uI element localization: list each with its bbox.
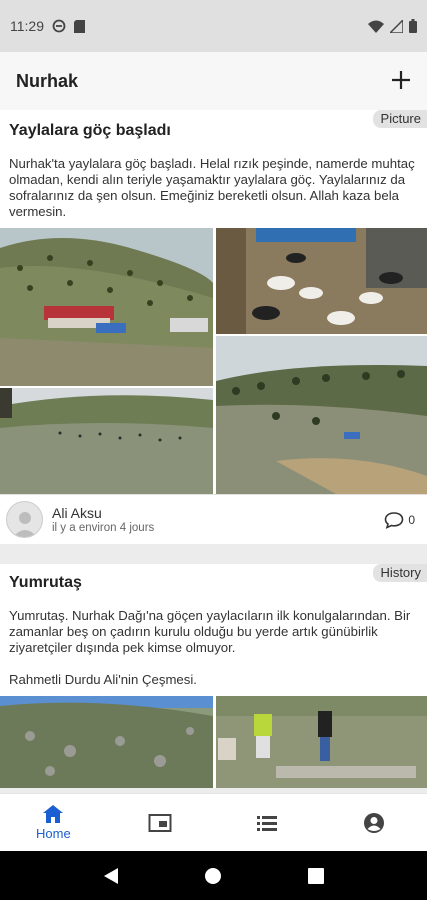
- signal-icon: [390, 19, 403, 33]
- status-bar: 11:29: [0, 0, 427, 52]
- app-bar: Nurhak: [0, 52, 427, 110]
- category-badge: Picture: [372, 110, 427, 128]
- system-navigation-bar: [0, 851, 427, 900]
- photo-goats[interactable]: [216, 228, 427, 334]
- photo-flock-meadow[interactable]: [0, 388, 213, 494]
- post-title: Yaylalara göç başladı: [9, 122, 171, 139]
- nav-list[interactable]: [214, 794, 321, 851]
- bottom-navigation: Home: [0, 793, 427, 851]
- photo-gallery: [0, 228, 427, 494]
- post-title: Yumrutaş: [9, 574, 82, 591]
- comment-icon: [385, 511, 404, 529]
- wifi-icon: [368, 20, 384, 33]
- comment-count: 0: [408, 512, 415, 527]
- nav-home-label: Home: [36, 826, 71, 841]
- nav-home[interactable]: Home: [0, 794, 107, 851]
- gallery-icon: [148, 813, 172, 832]
- post-card[interactable]: Picture Yaylalara göç başladı Nurhak'ta …: [0, 110, 427, 544]
- post-author-row[interactable]: Ali Aksu il y a environ 4 jours 0: [0, 494, 427, 544]
- photo-rocky-slope[interactable]: [0, 696, 213, 788]
- photo-plateau-road[interactable]: [216, 336, 427, 494]
- nav-gallery[interactable]: [107, 794, 214, 851]
- post-feed[interactable]: Picture Yaylalara göç başladı Nurhak'ta …: [0, 110, 427, 793]
- nav-account[interactable]: [320, 794, 427, 851]
- plus-icon: [392, 71, 410, 89]
- home-icon: [43, 805, 64, 823]
- author-name[interactable]: Ali Aksu: [52, 505, 154, 521]
- status-time: 11:29: [10, 18, 44, 34]
- post-timestamp: il y a environ 4 jours: [52, 522, 155, 534]
- user-avatar-icon: [12, 512, 37, 537]
- category-badge: History: [372, 564, 427, 582]
- post-card[interactable]: History Yumrutaş Yumrutaş. Nurhak Dağı'n…: [0, 564, 427, 788]
- sim-icon: [74, 19, 85, 33]
- back-icon[interactable]: [103, 867, 119, 885]
- battery-icon: [409, 19, 417, 33]
- add-post-button[interactable]: [391, 66, 411, 96]
- photo-fountain-visitors[interactable]: [216, 696, 427, 788]
- photo-plateau-camp[interactable]: [0, 228, 213, 386]
- comments-button[interactable]: 0: [384, 511, 415, 529]
- list-icon: [256, 815, 277, 831]
- sync-icon: [52, 19, 66, 33]
- photo-gallery: [0, 696, 427, 788]
- account-icon: [363, 812, 384, 833]
- post-body: Nurhak'ta yaylalara göç başladı. Helal r…: [9, 156, 415, 219]
- avatar[interactable]: [6, 501, 43, 538]
- app-title: Nurhak: [16, 70, 79, 91]
- home-circle-icon[interactable]: [204, 867, 222, 885]
- recents-icon[interactable]: [308, 867, 325, 884]
- post-body: Yumrutaş. Nurhak Dağı'na göçen yaylacıla…: [9, 608, 411, 687]
